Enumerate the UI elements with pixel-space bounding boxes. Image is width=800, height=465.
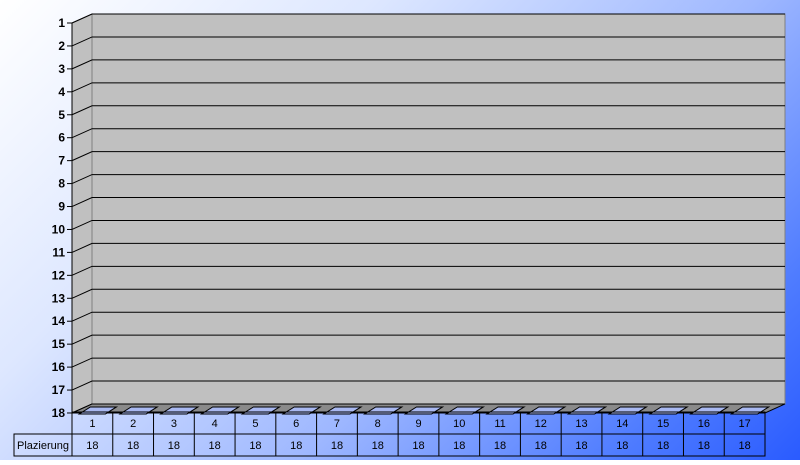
category-label: 1: [89, 418, 95, 430]
category-label: 5: [252, 418, 258, 430]
data-label: 18: [698, 440, 710, 452]
y-tick-label: 15: [52, 337, 66, 351]
y-tick-label: 17: [52, 383, 66, 397]
category-label: 8: [375, 418, 381, 430]
data-label: 18: [575, 440, 587, 452]
category-label: 4: [212, 418, 218, 430]
data-label: 18: [331, 440, 343, 452]
data-label: 18: [494, 440, 506, 452]
category-label: 7: [334, 418, 340, 430]
side-wall: [71, 13, 93, 414]
plot-walls: [71, 13, 786, 414]
data-label: 18: [412, 440, 424, 452]
category-label: 17: [738, 418, 750, 430]
y-tick-label: 4: [58, 85, 65, 99]
data-label: 18: [535, 440, 547, 452]
y-tick-label: 6: [58, 131, 65, 145]
y-axis: 123456789101112131415161718: [52, 16, 73, 420]
y-tick-label: 9: [58, 200, 65, 214]
y-tick-label: 12: [52, 268, 66, 282]
y-tick-label: 13: [52, 291, 66, 305]
y-tick-label: 3: [58, 62, 65, 76]
data-label: 18: [209, 440, 221, 452]
category-label: 12: [535, 418, 547, 430]
y-tick-label: 18: [52, 406, 66, 420]
category-label: 9: [415, 418, 421, 430]
data-label: 18: [168, 440, 180, 452]
y-tick-label: 7: [58, 154, 65, 168]
y-tick-label: 1: [58, 16, 65, 30]
bar-chart: 123456789101112131415161718 Plazierung11…: [13, 13, 786, 457]
category-label: 15: [657, 418, 669, 430]
data-label: 18: [127, 440, 139, 452]
category-label: 13: [575, 418, 587, 430]
y-tick-label: 11: [52, 245, 65, 259]
back-wall: [91, 13, 786, 405]
y-tick-label: 2: [58, 39, 65, 53]
y-tick-label: 8: [58, 177, 65, 191]
category-label: 11: [494, 418, 505, 430]
data-label: 18: [290, 440, 302, 452]
data-label: 18: [249, 440, 261, 452]
series-label: Plazierung: [17, 440, 69, 452]
data-label: 18: [738, 440, 750, 452]
y-tick-label: 16: [52, 360, 66, 374]
y-tick-label: 10: [52, 222, 66, 236]
category-label: 10: [453, 418, 465, 430]
chart-stage: 1 2 3 4 5 6 7 8 9 10 11 12 13 14 15 16 17 18 Plazierung 1 1…: [0, 0, 800, 460]
y-tick-label: 5: [58, 108, 65, 122]
category-label: 14: [616, 418, 628, 430]
data-label: 18: [616, 440, 628, 452]
data-label: 18: [372, 440, 384, 452]
data-label: 18: [453, 440, 465, 452]
category-label: 3: [171, 418, 177, 430]
data-table: Plazierung 1 18 2 18 3 18 4 18 5 18 6 18 7 18 8 18 9 18 10 1…: [13, 411, 766, 457]
data-label: 18: [657, 440, 669, 452]
category-label: 16: [698, 418, 710, 430]
category-label: 2: [130, 418, 136, 430]
bars: [77, 406, 771, 415]
data-label: 18: [86, 440, 98, 452]
category-label: 6: [293, 418, 299, 430]
y-tick-label: 14: [52, 314, 66, 328]
